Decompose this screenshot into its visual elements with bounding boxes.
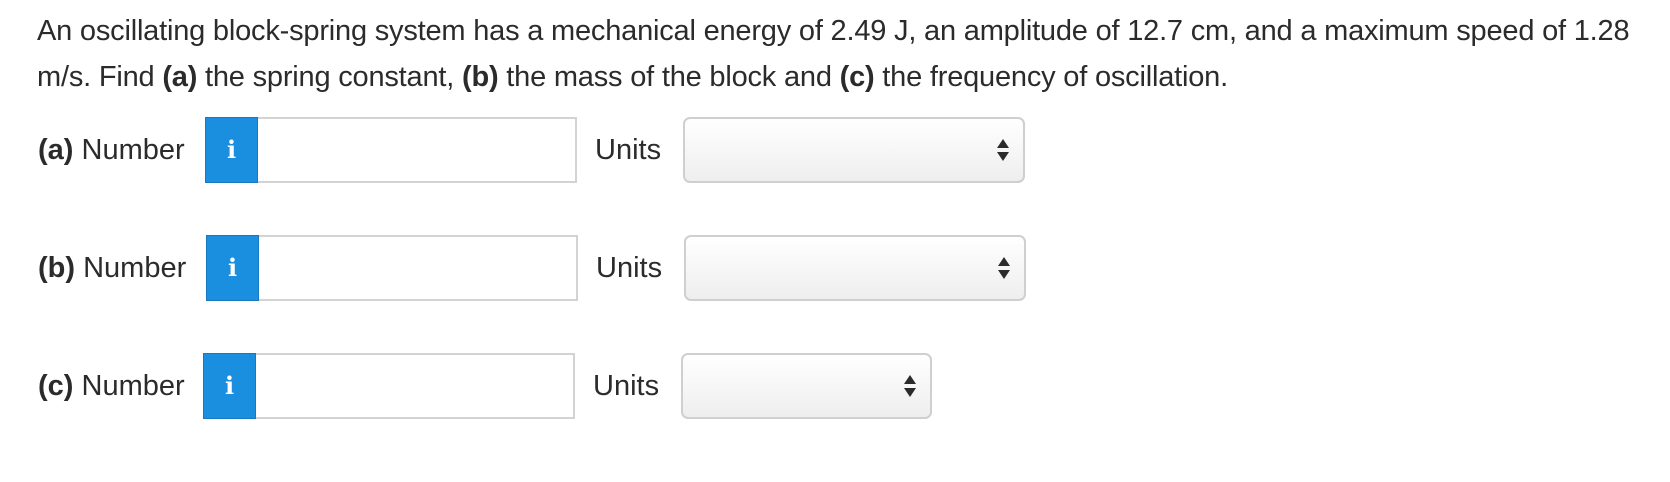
units-select-b[interactable]	[684, 235, 1026, 301]
info-button-c[interactable]: i	[203, 353, 256, 419]
updown-arrows-icon	[998, 257, 1010, 281]
units-label-c: Units	[593, 370, 660, 402]
row-tag-a: (a)	[38, 134, 74, 166]
updown-arrows-icon	[997, 139, 1009, 163]
number-input-c[interactable]	[256, 353, 575, 419]
updown-arrows-icon	[904, 375, 916, 399]
number-text-a: Number	[73, 134, 185, 166]
units-select-c[interactable]	[681, 353, 932, 419]
part-a-tag: (a)	[162, 61, 198, 93]
row-tag-c: (c)	[38, 370, 74, 402]
number-input-a[interactable]	[258, 117, 577, 183]
part-c-text: the frequency of oscillation.	[874, 61, 1228, 93]
row-tag-b: (b)	[38, 252, 76, 284]
units-label-b: Units	[596, 252, 663, 284]
info-button-a[interactable]: i	[205, 117, 258, 183]
number-text-c: Number	[73, 370, 185, 402]
number-text-b: Number	[75, 252, 187, 284]
number-input-b[interactable]	[259, 235, 578, 301]
units-label-a: Units	[595, 134, 662, 166]
units-select-a[interactable]	[683, 117, 1025, 183]
number-label-b: (b) Number	[38, 235, 186, 301]
part-a-text: the spring constant,	[197, 61, 462, 93]
number-label-a: (a) Number	[38, 117, 185, 183]
info-icon: i	[226, 135, 237, 164]
part-c-tag: (c)	[839, 61, 875, 93]
part-b-text: the mass of the block and	[498, 61, 840, 93]
info-button-b[interactable]: i	[206, 235, 259, 301]
part-b-tag: (b)	[461, 61, 499, 93]
question-text: An oscillating block-spring system has a…	[37, 8, 1637, 100]
info-icon: i	[227, 253, 238, 282]
number-label-c: (c) Number	[38, 353, 185, 419]
info-icon: i	[224, 371, 235, 400]
